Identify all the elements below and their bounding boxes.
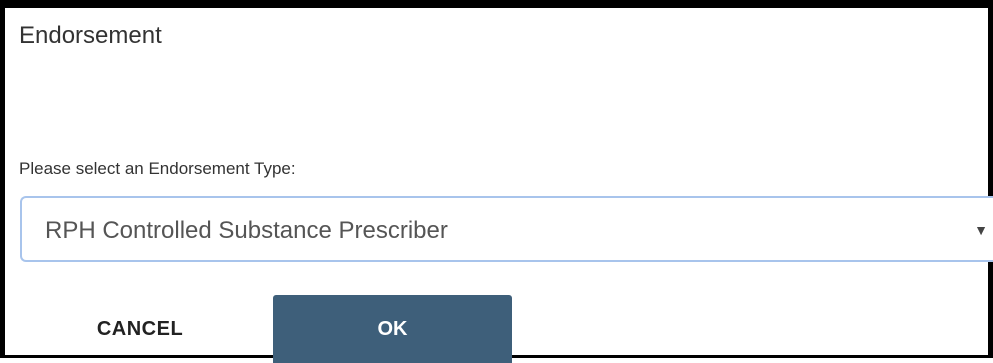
triangle-down-icon: ▼	[974, 222, 988, 238]
endorsement-type-select[interactable]: RPH Controlled Substance Prescriber ▼	[20, 196, 993, 262]
endorsement-dialog: Endorsement Please select an Endorsement…	[0, 0, 993, 363]
ok-button[interactable]: OK	[273, 295, 512, 363]
endorsement-type-selected-value: RPH Controlled Substance Prescriber	[45, 217, 448, 244]
endorsement-type-label: Please select an Endorsement Type:	[19, 159, 296, 178]
cancel-button[interactable]: CANCEL	[50, 298, 230, 360]
dialog-title: Endorsement	[19, 22, 162, 49]
